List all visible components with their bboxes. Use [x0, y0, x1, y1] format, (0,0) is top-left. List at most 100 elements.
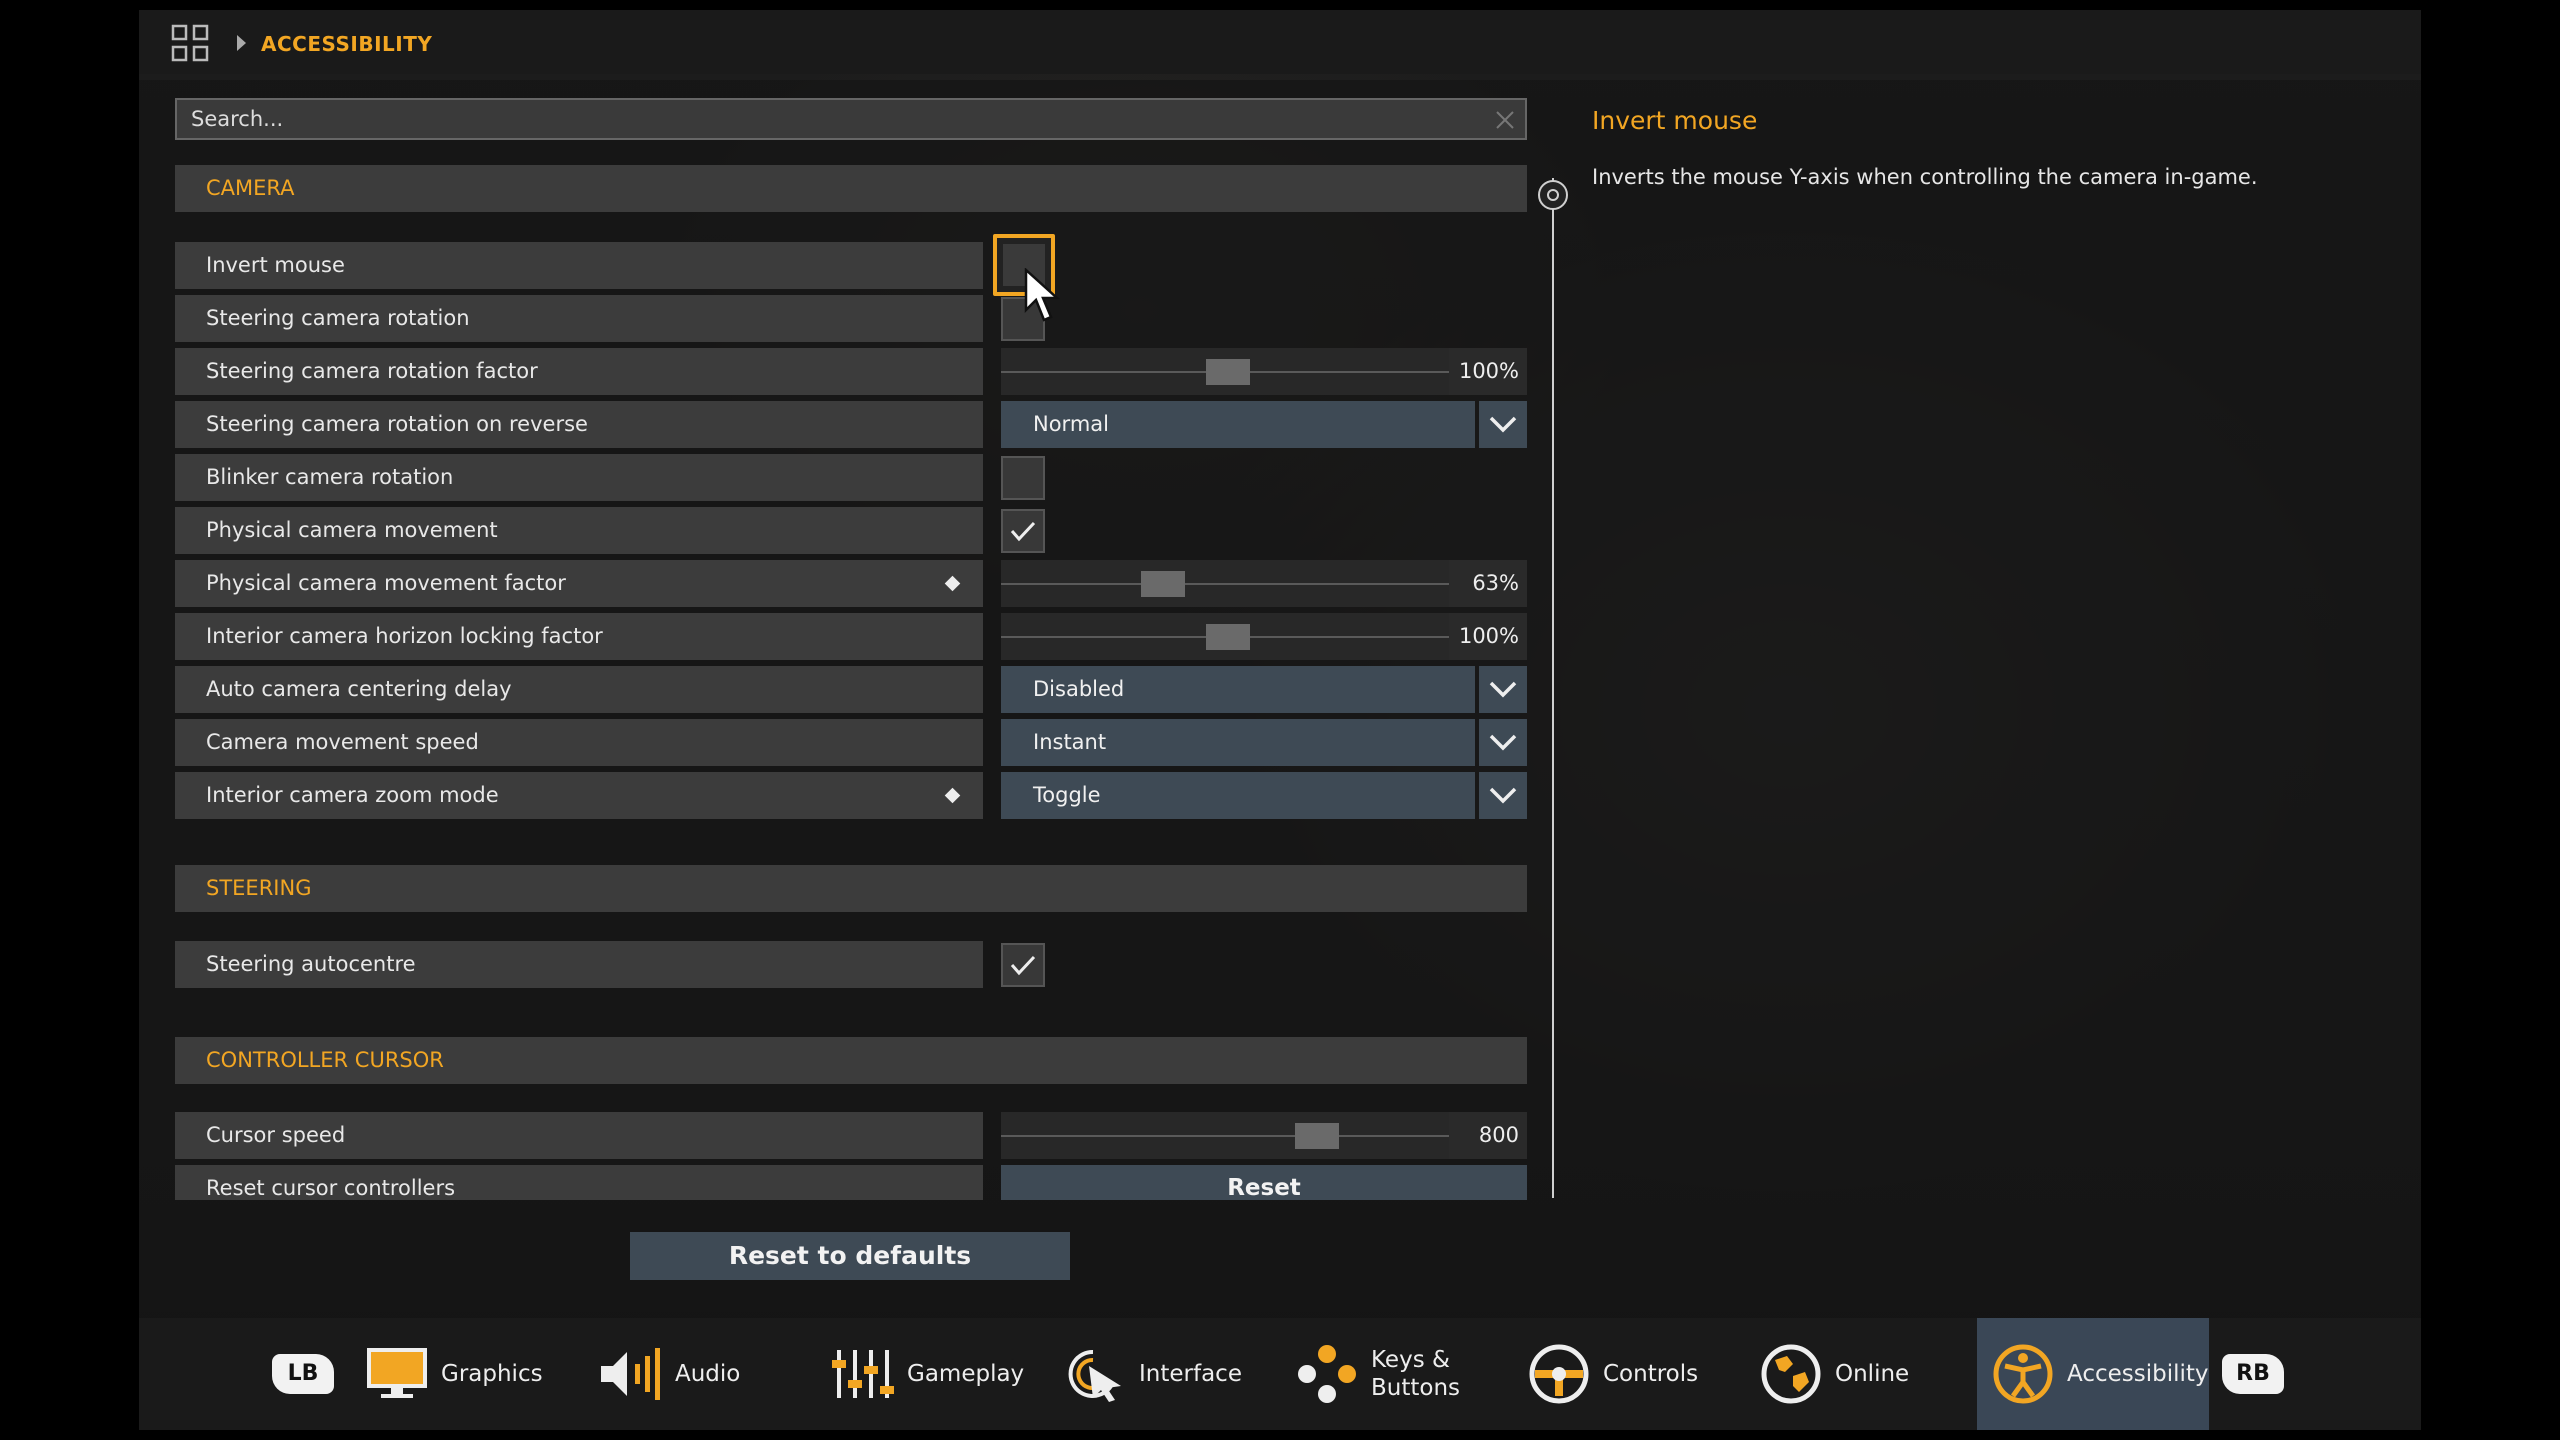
top-bar: ACCESSIBILITY — [139, 10, 2421, 74]
setting-row-interior-camera-horizon-locking-factor[interactable]: Interior camera horizon locking factor 1… — [175, 613, 1527, 660]
search-box[interactable] — [175, 98, 1527, 140]
chevron-down-icon — [1489, 416, 1517, 433]
tab-graphics[interactable]: Graphics — [365, 1318, 543, 1430]
rb-button[interactable]: RB — [2222, 1354, 2284, 1394]
tab-label: Graphics — [441, 1361, 543, 1387]
setting-row-steering-camera-rotation[interactable]: Steering camera rotation — [175, 295, 1527, 342]
physical-camera-movement-factor-slider[interactable] — [1001, 560, 1449, 607]
slider-value: 800 — [1449, 1112, 1527, 1159]
setting-label: Cursor speed — [175, 1112, 983, 1159]
section-header-steering: STEERING — [175, 865, 1527, 912]
slider-track-line — [1001, 1135, 1449, 1137]
scrollbar-thumb[interactable] — [1538, 180, 1568, 210]
speaker-icon — [601, 1348, 660, 1400]
slider-value: 63% — [1449, 560, 1527, 607]
setting-label: Physical camera movement factor — [175, 560, 983, 607]
tab-label: Audio — [675, 1361, 741, 1387]
tab-keys-buttons[interactable]: Keys & Buttons — [1295, 1318, 1460, 1430]
pointer-icon — [1068, 1349, 1121, 1402]
scroll-indicator-icon — [1547, 189, 1559, 201]
reset-cursor-button[interactable]: Reset — [1001, 1165, 1527, 1200]
setting-row-invert-mouse[interactable]: Invert mouse — [175, 234, 1527, 296]
dropdown-toggle-button[interactable] — [1479, 401, 1527, 448]
setting-row-physical-camera-movement-factor[interactable]: Physical camera movement factor 63% — [175, 560, 1527, 607]
camera-movement-speed-dropdown[interactable]: Instant — [1001, 719, 1475, 766]
bottom-tab-bar: LB Graphics Audio Gameplay Interface Key… — [139, 1318, 2421, 1430]
dropdown-toggle-button[interactable] — [1479, 772, 1527, 819]
accessibility-icon — [1993, 1344, 2053, 1404]
setting-label: Interior camera zoom mode — [175, 772, 983, 819]
setting-row-steering-camera-rotation-on-reverse[interactable]: Steering camera rotation on reverse Norm… — [175, 401, 1527, 448]
setting-row-camera-movement-speed[interactable]: Camera movement speed Instant — [175, 719, 1527, 766]
tab-label-line: Keys & — [1371, 1347, 1450, 1373]
chevron-down-icon — [1489, 787, 1517, 804]
interior-camera-zoom-mode-dropdown[interactable]: Toggle — [1001, 772, 1475, 819]
lb-button[interactable]: LB — [272, 1354, 334, 1394]
slider-knob[interactable] — [1295, 1123, 1339, 1149]
setting-row-auto-camera-centering-delay[interactable]: Auto camera centering delay Disabled — [175, 666, 1527, 713]
setting-label: Blinker camera rotation — [175, 454, 983, 501]
auto-camera-centering-delay-dropdown[interactable]: Disabled — [1001, 666, 1475, 713]
chevron-down-icon — [1489, 681, 1517, 698]
settings-list[interactable]: CAMERA Invert mouse Steering camera rota… — [175, 165, 1527, 1200]
dropdown-toggle-button[interactable] — [1479, 666, 1527, 713]
setting-row-blinker-camera-rotation[interactable]: Blinker camera rotation — [175, 454, 1527, 501]
cursor-speed-slider[interactable] — [1001, 1112, 1449, 1159]
setting-label: Steering autocentre — [175, 941, 983, 988]
reset-to-defaults-button[interactable]: Reset to defaults — [630, 1232, 1070, 1280]
sliders-icon — [832, 1350, 894, 1398]
dropdown-toggle-button[interactable] — [1479, 719, 1527, 766]
search-clear-icon[interactable] — [1495, 110, 1515, 130]
setting-label: Camera movement speed — [175, 719, 983, 766]
tab-accessibility[interactable]: Accessibility — [1977, 1318, 2209, 1430]
tab-label: Online — [1835, 1361, 1910, 1387]
setting-row-physical-camera-movement[interactable]: Physical camera movement — [175, 507, 1527, 554]
steering-wheel-icon — [1529, 1344, 1589, 1404]
setting-row-cursor-speed[interactable]: Cursor speed 800 — [175, 1112, 1527, 1159]
tab-interface[interactable]: Interface — [1063, 1318, 1242, 1430]
setting-label: Physical camera movement — [175, 507, 983, 554]
blinker-camera-rotation-checkbox[interactable] — [1001, 456, 1045, 500]
slider-track-line — [1001, 583, 1449, 585]
tab-controls[interactable]: Controls — [1527, 1318, 1698, 1430]
slider-knob[interactable] — [1206, 359, 1250, 385]
setting-row-steering-autocentre[interactable]: Steering autocentre — [175, 941, 1527, 988]
buttons-icon — [1298, 1345, 1356, 1403]
tab-label: Keys & Buttons — [1371, 1346, 1460, 1402]
setting-label: Interior camera horizon locking factor — [175, 613, 983, 660]
setting-row-steering-camera-rotation-factor[interactable]: Steering camera rotation factor 100% — [175, 348, 1527, 395]
tab-online[interactable]: Online — [1759, 1318, 1909, 1430]
mouse-cursor-icon — [1024, 268, 1060, 322]
section-header-camera: CAMERA — [175, 165, 1527, 212]
chevron-down-icon — [1489, 734, 1517, 751]
tab-label: Gameplay — [907, 1361, 1025, 1387]
steering-camera-rotation-on-reverse-dropdown[interactable]: Normal — [1001, 401, 1475, 448]
grid-icon[interactable] — [171, 24, 209, 62]
slider-value: 100% — [1449, 613, 1527, 660]
scrollbar[interactable] — [1552, 178, 1554, 1198]
description-title: Invert mouse — [1592, 106, 1758, 135]
check-icon — [1010, 955, 1036, 976]
setting-label: Reset cursor controllers — [175, 1165, 983, 1200]
steering-camera-rotation-factor-slider[interactable] — [1001, 348, 1449, 395]
slider-value: 100% — [1449, 348, 1527, 395]
globe-icon — [1761, 1344, 1821, 1404]
setting-row-reset-cursor-controllers[interactable]: Reset cursor controllers Reset — [175, 1165, 1527, 1200]
breadcrumb: ACCESSIBILITY — [261, 32, 433, 56]
physical-camera-movement-checkbox[interactable] — [1001, 509, 1045, 553]
section-header-controller-cursor: CONTROLLER CURSOR — [175, 1037, 1527, 1084]
setting-row-interior-camera-zoom-mode[interactable]: Interior camera zoom mode Toggle — [175, 772, 1527, 819]
tab-audio[interactable]: Audio — [599, 1318, 740, 1430]
setting-label: Steering camera rotation factor — [175, 348, 983, 395]
setting-label: Steering camera rotation on reverse — [175, 401, 983, 448]
setting-label: Auto camera centering delay — [175, 666, 983, 713]
search-input[interactable] — [177, 107, 1467, 131]
tab-label-line: Buttons — [1371, 1375, 1461, 1401]
check-icon — [1010, 521, 1036, 542]
tab-gameplay[interactable]: Gameplay — [831, 1318, 1024, 1430]
steering-autocentre-checkbox[interactable] — [1001, 943, 1045, 987]
tab-label: Interface — [1139, 1361, 1242, 1387]
slider-knob[interactable] — [1206, 624, 1250, 650]
slider-knob[interactable] — [1141, 571, 1185, 597]
interior-camera-horizon-locking-factor-slider[interactable] — [1001, 613, 1449, 660]
